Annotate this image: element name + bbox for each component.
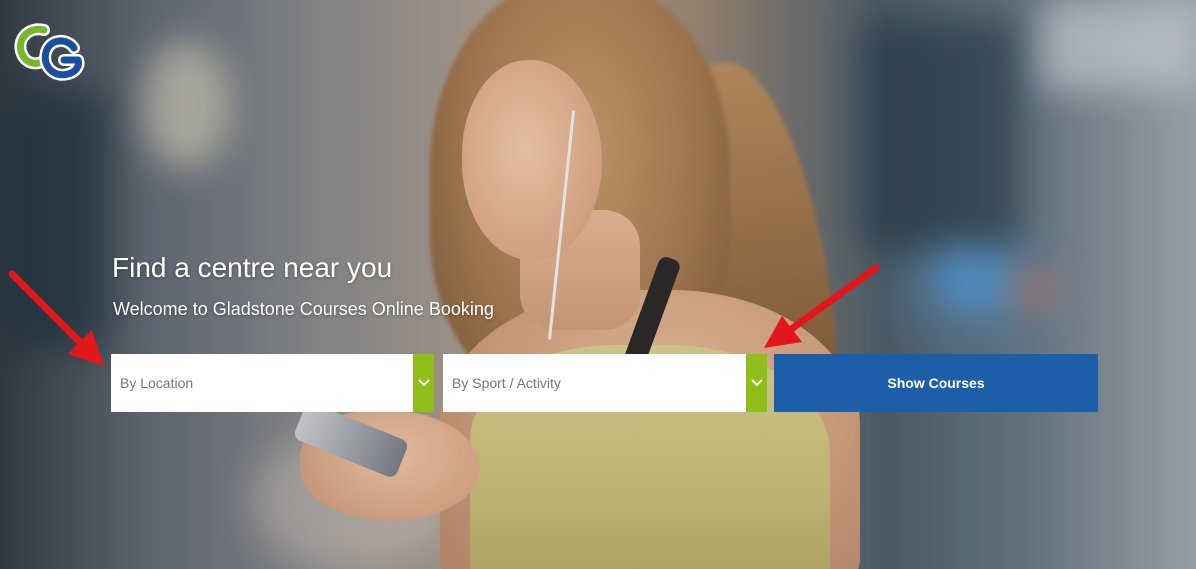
location-select[interactable]: By Location <box>111 354 434 412</box>
location-select-placeholder: By Location <box>120 375 194 391</box>
sport-select-placeholder: By Sport / Activity <box>452 375 561 391</box>
chevron-down-icon[interactable] <box>746 354 767 412</box>
sport-activity-select[interactable]: By Sport / Activity <box>443 354 767 412</box>
red-arrow-annotation-left <box>8 270 104 366</box>
hero-background-image <box>0 0 1196 569</box>
show-courses-button[interactable]: Show Courses <box>774 354 1098 412</box>
chevron-down-icon[interactable] <box>413 354 434 412</box>
hero-subtitle: Welcome to Gladstone Courses Online Book… <box>113 299 494 319</box>
gladstone-logo[interactable] <box>14 22 88 84</box>
page: Find a centre near you Welcome to Gladst… <box>0 0 1196 569</box>
red-arrow-annotation-right <box>764 264 880 348</box>
hero-title: Find a centre near you <box>112 252 393 283</box>
